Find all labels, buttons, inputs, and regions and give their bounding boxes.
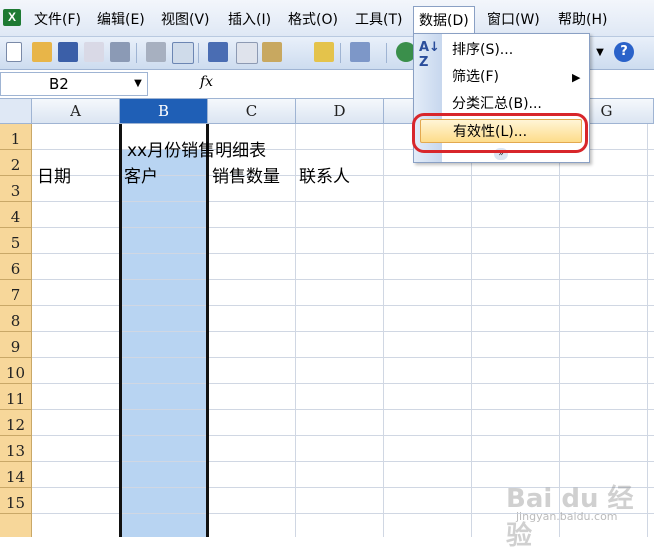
column-header-b[interactable]: B	[120, 99, 208, 124]
submenu-arrow-icon: ▶	[572, 71, 581, 84]
column-header-a[interactable]: A	[32, 99, 120, 124]
row-header[interactable]: 4	[0, 202, 32, 228]
row-header[interactable]: 13	[0, 436, 32, 462]
row-header[interactable]: 9	[0, 332, 32, 358]
excel-app-icon[interactable]: X	[3, 9, 21, 26]
select-all-corner[interactable]	[0, 99, 32, 124]
sort-ascending-icon: A↓ Z	[419, 40, 440, 70]
column-header-c[interactable]: C	[208, 99, 296, 124]
print-preview-icon[interactable]	[110, 42, 130, 62]
row-header[interactable]: 1	[0, 124, 32, 150]
menu-window[interactable]: 窗口(W)	[485, 9, 542, 31]
menu-help[interactable]: 帮助(H)	[556, 9, 609, 31]
toolbar-separator	[198, 43, 199, 63]
toolbar-separator	[386, 43, 387, 63]
menu-item-sort[interactable]: 排序(S)...	[452, 38, 513, 62]
formula-input[interactable]	[232, 72, 412, 96]
menu-view[interactable]: 视图(V)	[159, 9, 212, 31]
name-box-value: B2	[49, 75, 69, 93]
highlight-annotation	[412, 113, 588, 153]
row-header[interactable]: 11	[0, 384, 32, 410]
open-folder-icon[interactable]	[32, 42, 52, 62]
paste-icon[interactable]	[262, 42, 282, 62]
cell-a2[interactable]: 日期	[37, 164, 71, 190]
watermark-url: jingyan.baidu.com	[516, 510, 618, 523]
row-header[interactable]: 2	[0, 150, 32, 176]
row-header[interactable]: 10	[0, 358, 32, 384]
copy-icon[interactable]	[236, 42, 258, 64]
undo-icon[interactable]	[350, 42, 370, 62]
cell-c2[interactable]: 销售数量	[212, 164, 280, 190]
column-header-d[interactable]: D	[296, 99, 384, 124]
row-header[interactable]: 3	[0, 176, 32, 202]
row-header[interactable]: 6	[0, 254, 32, 280]
toolbar-separator	[136, 43, 137, 63]
cell-d2[interactable]: 联系人	[299, 164, 350, 190]
worksheet-grid: A B C D E F G 1 2 3 4 5 6 7 8 9 10 11 12…	[0, 99, 654, 537]
menu-bar: X 文件(F) 编辑(E) 视图(V) 插入(I) 格式(O) 工具(T) 数据…	[0, 0, 654, 37]
menu-data[interactable]: 数据(D)	[413, 6, 475, 34]
menu-format[interactable]: 格式(O)	[286, 9, 340, 31]
new-document-icon[interactable]	[6, 42, 22, 62]
menu-tools[interactable]: 工具(T)	[353, 9, 404, 31]
zoom-preview-icon[interactable]	[172, 42, 194, 64]
row-header[interactable]: 8	[0, 306, 32, 332]
save-icon[interactable]	[58, 42, 78, 62]
chevron-down-icon[interactable]: ▼	[594, 45, 606, 61]
help-icon[interactable]: ?	[614, 42, 634, 62]
permission-icon[interactable]	[84, 42, 104, 62]
menu-edit[interactable]: 编辑(E)	[95, 9, 147, 31]
menu-item-filter[interactable]: 筛选(F)	[452, 65, 499, 89]
row-header[interactable]: 5	[0, 228, 32, 254]
cell-b2[interactable]: 客户	[124, 164, 158, 190]
row-header[interactable]: 12	[0, 410, 32, 436]
name-box[interactable]: B2 ▼	[0, 72, 148, 96]
print-icon[interactable]	[146, 42, 166, 62]
row-header[interactable]: 7	[0, 280, 32, 306]
menu-insert[interactable]: 插入(I)	[226, 9, 273, 31]
row-header[interactable]: 15	[0, 488, 32, 514]
research-icon[interactable]	[208, 42, 228, 62]
cell-b1[interactable]: xx月份销售明细表	[127, 138, 266, 164]
toolbar-separator	[340, 43, 341, 63]
menu-file[interactable]: 文件(F)	[32, 9, 83, 31]
row-header[interactable]	[0, 514, 32, 537]
row-header[interactable]: 14	[0, 462, 32, 488]
format-painter-icon[interactable]	[314, 42, 334, 62]
chevron-down-icon[interactable]: ▼	[129, 73, 147, 95]
